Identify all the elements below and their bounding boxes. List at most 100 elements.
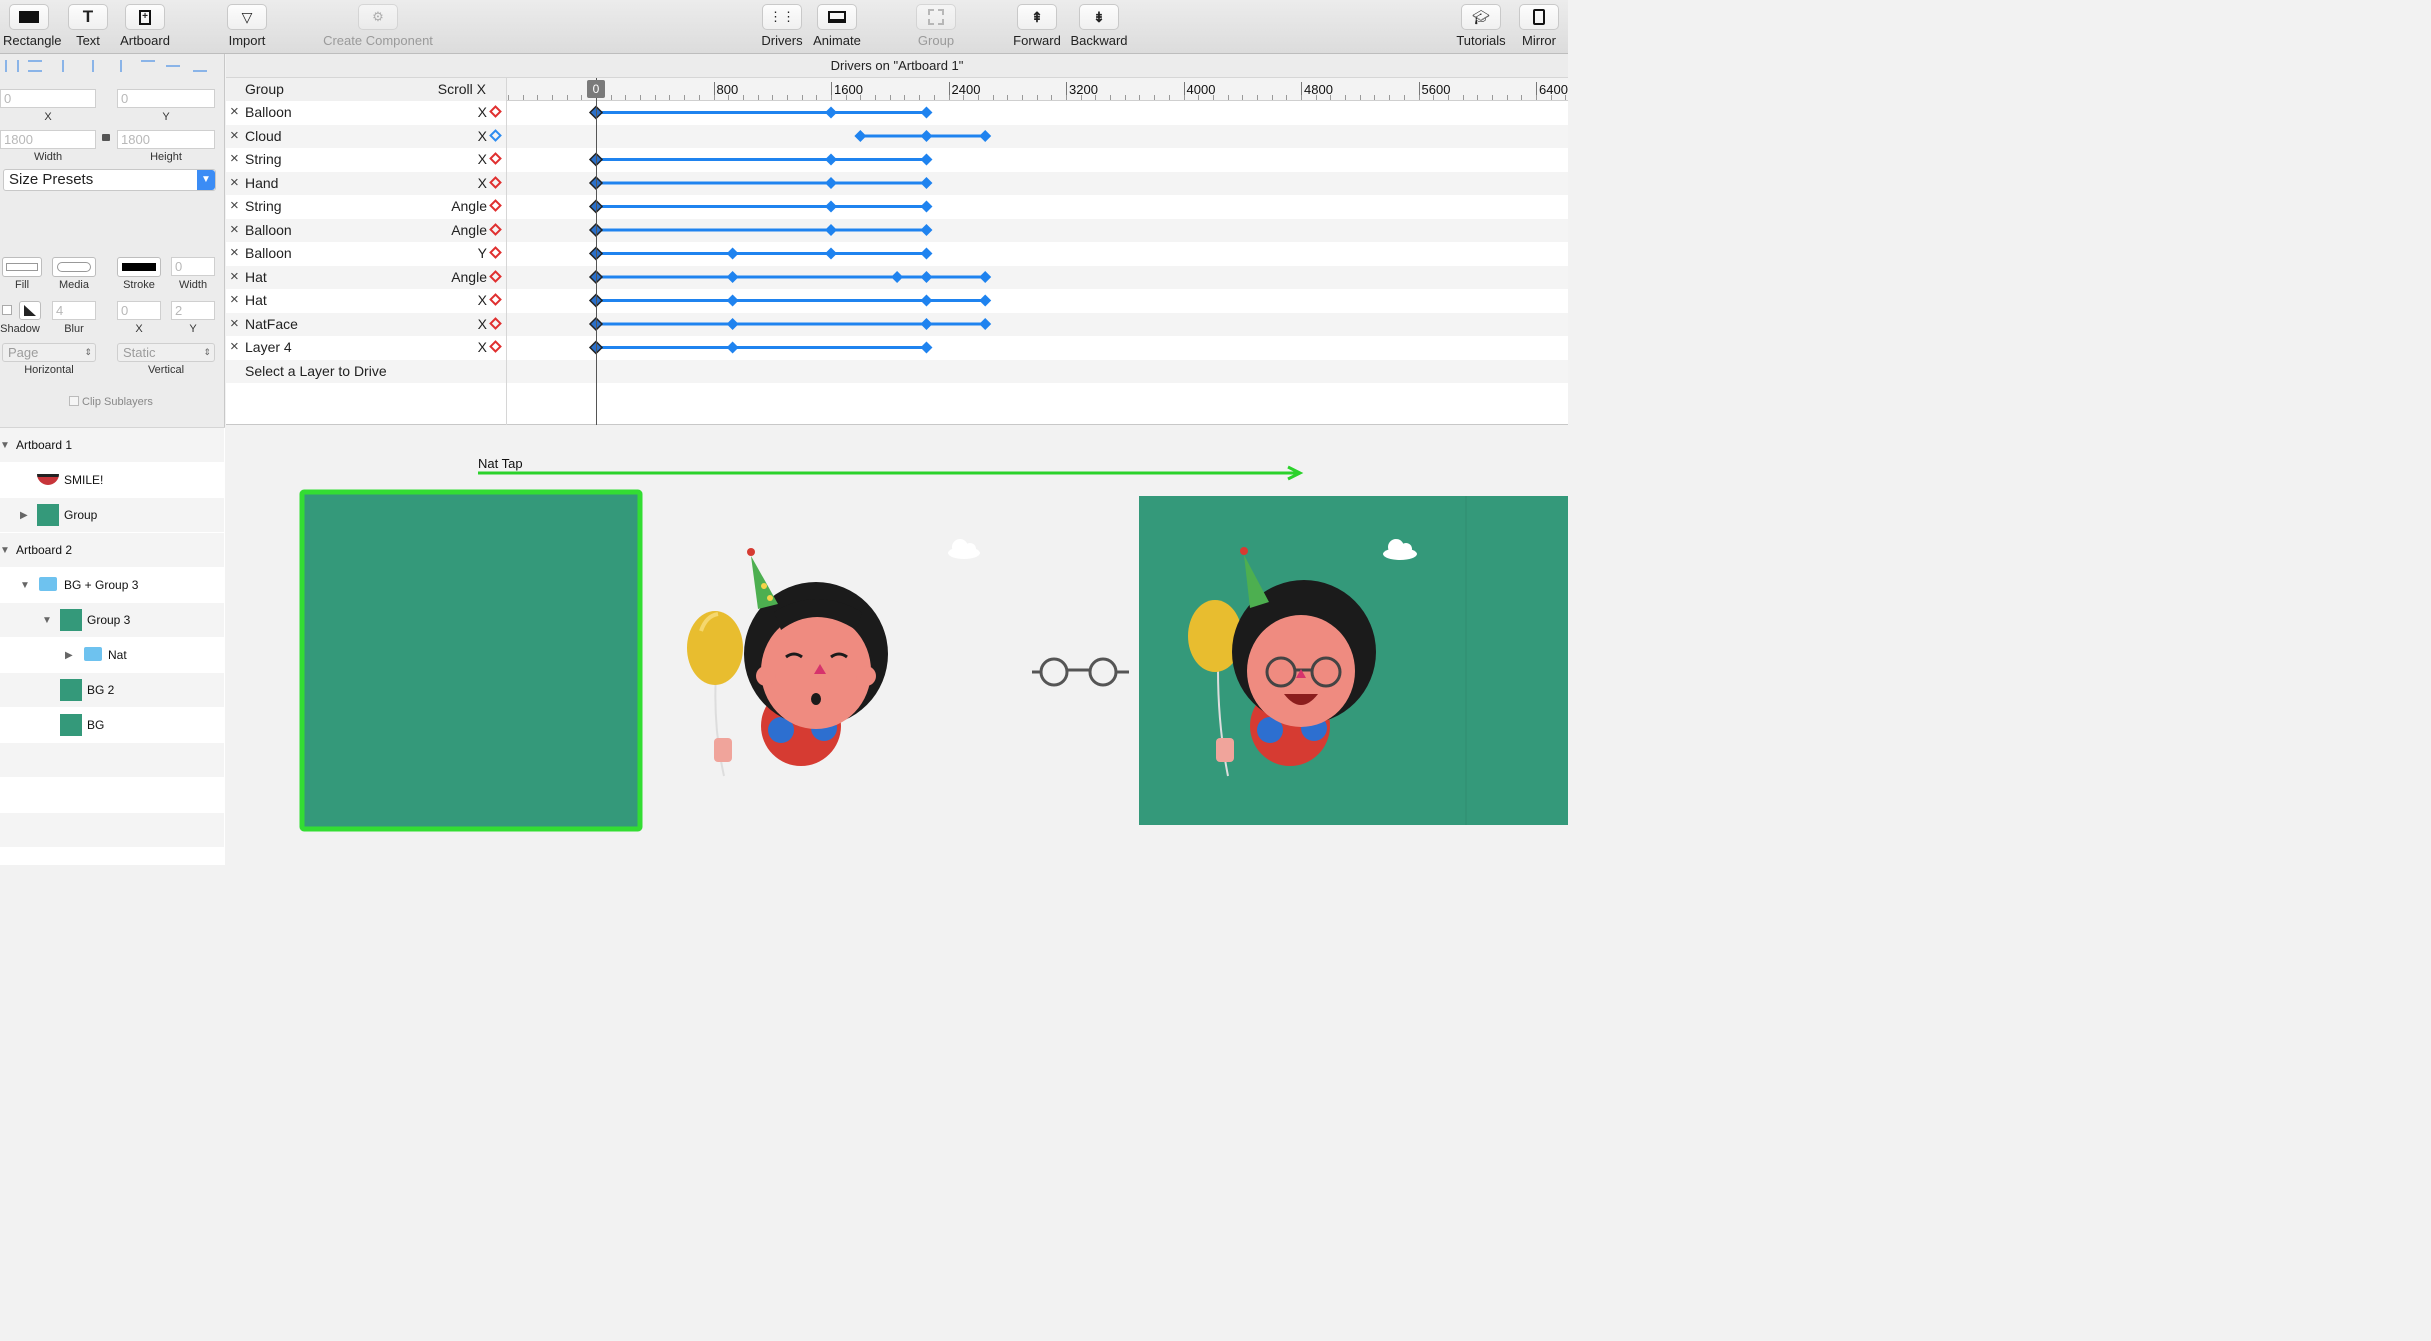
target-icon[interactable] [489,269,502,283]
target-icon[interactable] [489,199,502,212]
timeline-ruler[interactable]: 800 1600 2400 3200 4000 4800 5600 6400 [507,78,1568,101]
disclosure-expanded-icon[interactable]: ▼ [0,440,10,451]
target-icon[interactable] [489,246,502,259]
remove-driver-icon[interactable]: × [230,221,239,238]
driver-property[interactable]: X [478,316,487,332]
layer-row-bg-group-3[interactable]: ▼ BG + Group 3 [0,568,224,602]
lock-icon[interactable] [102,134,110,141]
driver-property[interactable]: Angle [451,269,487,285]
shadow-color-swatch[interactable] [19,301,41,320]
remove-driver-icon[interactable]: × [230,150,239,167]
driver-property[interactable]: Angle [451,222,487,238]
layer-row-group-3[interactable]: ▼ Group 3 [0,603,224,637]
shadow-x-field[interactable]: 0 [117,301,161,320]
drivers-button[interactable]: ⋮⋮ Drivers [760,4,804,48]
stroke-width-field[interactable]: 0 [171,257,215,276]
x-field[interactable]: 0 [0,89,96,108]
horizontal-pin-select[interactable]: Page ⇕ [2,343,96,362]
driver-property[interactable]: X [478,175,487,191]
design-canvas[interactable]: Nat Tap [226,426,1568,865]
target-icon[interactable] [489,175,502,189]
driver-row[interactable]: × Hand X [226,171,1568,195]
driver-property[interactable]: X [478,128,487,144]
rectangle-tool-button[interactable]: Rectangle [3,4,62,48]
target-icon[interactable] [489,293,502,306]
shadow-y-field[interactable]: 2 [171,301,215,320]
import-button[interactable]: ▽ Import [226,4,268,48]
driver-row[interactable]: × Layer 4 X [226,336,1568,360]
create-component-button[interactable]: ⚙ Create Component [318,4,438,48]
disclosure-expanded-icon[interactable]: ▼ [20,580,30,591]
scroll-x-column-header[interactable]: Scroll X [438,81,486,97]
driver-property[interactable]: X [478,339,487,355]
layer-row-bg-2[interactable]: BG 2 [0,673,224,707]
layer-row-bg[interactable]: BG [0,708,224,742]
vertical-pin-select[interactable]: Static ⇕ [117,343,215,362]
forward-button[interactable]: ⇞ Forward [1012,4,1062,48]
layer-row-nat[interactable]: ▶ Nat [0,638,224,672]
layer-row-group[interactable]: ▶ Group [0,498,224,532]
driver-property[interactable]: X [478,292,487,308]
target-icon[interactable] [489,316,502,330]
remove-driver-icon[interactable]: × [230,103,239,120]
layer-row-smile[interactable]: SMILE! [0,463,224,497]
target-icon[interactable] [489,152,502,165]
select-layer-row[interactable]: Select a Layer to Drive [226,359,1568,383]
target-icon[interactable] [489,128,502,142]
remove-driver-icon[interactable]: × [230,174,239,191]
driver-property[interactable]: Y [478,245,487,261]
align-middle-icon[interactable] [166,65,180,67]
remove-driver-icon[interactable]: × [230,291,239,308]
text-tool-button[interactable]: T Text [66,4,110,48]
driver-row[interactable]: × Balloon X [226,101,1568,125]
playhead-handle[interactable]: 0 [587,80,605,98]
distribute-vertical-icon[interactable] [28,60,42,72]
align-bottom-icon[interactable] [193,60,207,72]
column-divider[interactable] [506,78,507,425]
remove-driver-icon[interactable]: × [230,197,239,214]
driver-property[interactable]: X [478,151,487,167]
stroke-swatch[interactable] [117,257,161,277]
mirror-button[interactable]: Mirror [1516,4,1562,48]
layer-row-artboard-2[interactable]: ▼ Artboard 2 [0,533,224,567]
media-swatch[interactable] [52,257,96,277]
remove-driver-icon[interactable]: × [230,244,239,261]
backward-button[interactable]: ⇟ Backward [1068,4,1130,48]
animate-button[interactable]: Animate [813,4,861,48]
driver-row[interactable]: × Balloon Angle [226,218,1568,242]
blur-field[interactable]: 4 [52,301,96,320]
distribute-horizontal-icon[interactable] [5,60,19,72]
layer-row-artboard-1[interactable]: ▼ Artboard 1 [0,428,224,462]
shadow-checkbox[interactable] [2,305,12,315]
disclosure-expanded-icon[interactable]: ▼ [0,545,10,556]
disclosure-collapsed-icon[interactable]: ▶ [65,650,73,661]
remove-driver-icon[interactable]: × [230,127,239,144]
size-presets-select[interactable]: Size Presets ▼ [3,169,216,191]
height-field[interactable]: 1800 [117,130,215,149]
remove-driver-icon[interactable]: × [230,338,239,355]
fill-swatch[interactable] [2,257,42,277]
driver-property[interactable]: Angle [451,198,487,214]
target-icon[interactable] [489,105,502,118]
width-field[interactable]: 1800 [0,130,96,149]
driver-row[interactable]: × String X [226,148,1568,172]
tutorials-button[interactable]: 🎓︎ Tutorials [1454,4,1508,48]
driver-row[interactable]: × NatFace X [226,312,1568,336]
disclosure-collapsed-icon[interactable]: ▶ [20,510,28,521]
target-icon[interactable] [489,222,502,236]
driver-row[interactable]: × String Angle [226,195,1568,219]
clip-sublayers-checkbox[interactable] [69,396,79,406]
driver-row[interactable]: × Hat X [226,289,1568,313]
driver-row[interactable]: × Balloon Y [226,242,1568,266]
remove-driver-icon[interactable]: × [230,268,239,285]
align-top-icon[interactable] [141,60,155,72]
disclosure-expanded-icon[interactable]: ▼ [42,615,52,626]
driver-row[interactable]: × Cloud X [226,124,1568,148]
driver-property[interactable]: X [478,104,487,120]
y-field[interactable]: 0 [117,89,215,108]
remove-driver-icon[interactable]: × [230,315,239,332]
artboard-tool-button[interactable]: + Artboard [119,4,171,48]
align-right-icon[interactable] [108,60,122,72]
align-center-icon[interactable] [92,60,94,72]
target-icon[interactable] [489,340,502,353]
